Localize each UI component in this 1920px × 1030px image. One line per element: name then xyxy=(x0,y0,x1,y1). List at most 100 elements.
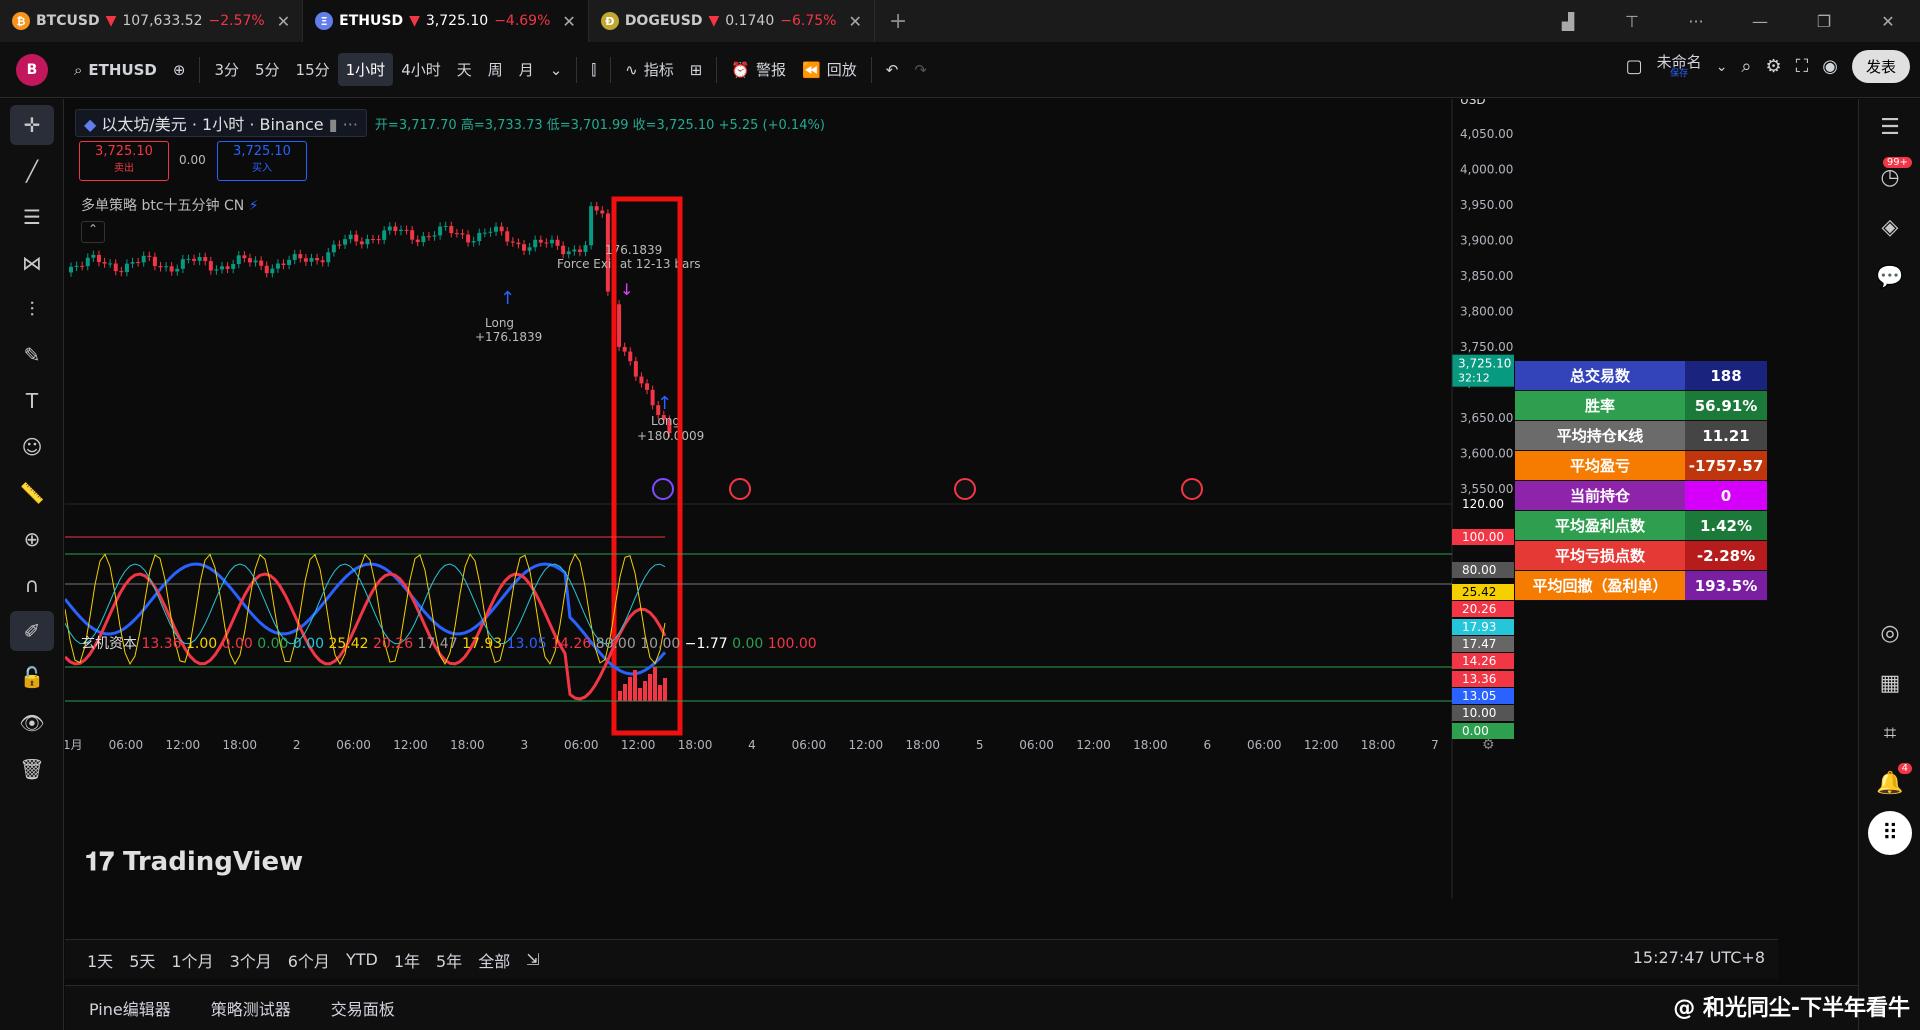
maximize-icon[interactable]: ❐ xyxy=(1792,12,1856,31)
price-tick: 3,900.00 xyxy=(1460,234,1513,248)
interval-4h[interactable]: 4小时 xyxy=(393,53,449,86)
chart-stats-icon[interactable]: ▟ xyxy=(1536,12,1600,31)
buy-button[interactable]: 3,725.10 买入 xyxy=(217,141,307,181)
redo-button[interactable]: ↷ xyxy=(906,55,935,85)
brush-icon[interactable]: ✎ xyxy=(10,335,54,375)
watchlist-icon[interactable]: ☰ xyxy=(1868,105,1912,149)
indicators-button[interactable]: ∿ 指标 xyxy=(617,53,682,86)
compare-button[interactable]: ⊕ xyxy=(165,55,194,85)
tab-dogeusd[interactable]: Ð DOGEUSD ▼ 0.1740 −6.75% ✕ xyxy=(589,0,875,42)
publish-button[interactable]: 发表 xyxy=(1851,50,1910,83)
range-5[interactable]: YTD xyxy=(346,950,378,969)
interval-month[interactable]: 月 xyxy=(511,53,542,86)
tab-symbol: DOGEUSD xyxy=(624,13,703,29)
magnet-icon[interactable]: ∩ xyxy=(10,565,54,605)
fullscreen-icon[interactable]: ⛶ xyxy=(1796,56,1809,77)
tab-pine-editor[interactable]: Pine编辑器 xyxy=(89,996,171,1020)
bell-icon[interactable]: 🔔 4 xyxy=(1868,761,1912,805)
apps-icon[interactable]: ⠿ xyxy=(1868,811,1912,855)
sell-button[interactable]: 3,725.10 卖出 xyxy=(79,141,169,181)
web-icon[interactable]: ⌗ xyxy=(1868,711,1912,755)
osc-axis-label: 0.00 xyxy=(1462,724,1489,738)
stats-row: 平均持仓K线 11.21 xyxy=(1515,421,1767,451)
lock-icon[interactable]: 🔓 xyxy=(10,657,54,697)
zoom-icon[interactable]: ⊕ xyxy=(10,519,54,559)
collapse-legend-button[interactable]: ⌃ xyxy=(81,221,105,243)
range-4[interactable]: 6个月 xyxy=(288,948,330,972)
range-7[interactable]: 5年 xyxy=(436,948,462,972)
price-tick: 4,050.00 xyxy=(1460,127,1513,141)
minimize-icon[interactable]: — xyxy=(1728,12,1792,31)
tab-trading-panel[interactable]: 交易面板 xyxy=(331,996,395,1020)
strategy-legend[interactable]: 多单策略 btc十五分钟 CN ⚡ xyxy=(81,195,259,215)
pattern-icon[interactable]: ⋈ xyxy=(10,243,54,283)
oscillator-name[interactable]: 玄机资本 xyxy=(81,636,141,652)
range-3[interactable]: 3个月 xyxy=(230,948,272,972)
goto-date-icon[interactable]: ⇲ xyxy=(526,950,539,969)
osc-axis-label: 17.93 xyxy=(1462,620,1496,634)
layout-icon[interactable]: ⊤ xyxy=(1600,12,1664,31)
interval-week[interactable]: 周 xyxy=(480,53,511,86)
close-icon[interactable]: ✕ xyxy=(277,12,290,31)
quick-search-icon[interactable]: ⌕ xyxy=(1741,56,1751,77)
undo-button[interactable]: ↶ xyxy=(878,55,907,85)
candle-body xyxy=(186,258,191,260)
tab-btcusd[interactable]: ₿ BTCUSD ▼ 107,633.52 −2.57% ✕ xyxy=(0,0,304,42)
forecast-icon[interactable]: ⫶ xyxy=(10,289,54,329)
clock[interactable]: 15:27:47 UTC+8 xyxy=(1633,948,1765,967)
interval-3m[interactable]: 3分 xyxy=(206,53,247,86)
candle-body xyxy=(315,258,320,261)
templates-button[interactable]: ⊞ xyxy=(682,55,711,85)
new-tab-button[interactable]: + xyxy=(889,9,907,34)
candle-body xyxy=(220,266,224,270)
interval-5m[interactable]: 5分 xyxy=(247,53,288,86)
crosshair-icon[interactable]: ✛ xyxy=(10,105,54,145)
emoji-icon[interactable]: ☺ xyxy=(10,427,54,467)
replay-button[interactable]: ⏪ 回放 xyxy=(794,53,865,86)
chevron-down-icon[interactable]: ⌄ xyxy=(1716,59,1728,75)
oscillator-value: 17.93 xyxy=(462,636,507,652)
calendar-icon[interactable]: ▦ xyxy=(1868,661,1912,705)
ruler-icon[interactable]: 📏 xyxy=(10,473,54,513)
chat-icon[interactable]: 💬 xyxy=(1868,255,1912,299)
target-icon[interactable]: ◎ xyxy=(1868,611,1912,655)
more-icon[interactable]: ··· xyxy=(1664,12,1728,31)
chart-area[interactable]: 4,050.00 4,000.00 3,950.00 3,900.00 3,850.00… xyxy=(65,99,1778,939)
eye-icon[interactable]: 👁 xyxy=(10,703,54,743)
candle-body xyxy=(410,230,415,240)
tab-ethusd[interactable]: Ξ ETHUSD ▼ 3,725.10 −4.69% ✕ xyxy=(303,0,589,42)
trendline-icon[interactable]: ╱ xyxy=(10,151,54,191)
range-0[interactable]: 1天 xyxy=(87,948,113,972)
interval-day[interactable]: 天 xyxy=(449,53,480,86)
interval-dropdown[interactable]: ⌄ xyxy=(542,55,571,85)
redo-icon: ↷ xyxy=(914,60,927,79)
close-icon[interactable]: ✕ xyxy=(562,12,575,31)
layers-icon[interactable]: ◈ xyxy=(1868,205,1912,249)
trash-icon[interactable]: 🗑 xyxy=(10,749,54,789)
interval-15m[interactable]: 15分 xyxy=(288,53,338,86)
range-6[interactable]: 1年 xyxy=(394,948,420,972)
close-icon[interactable]: ✕ xyxy=(848,12,861,31)
text-icon[interactable]: T xyxy=(10,381,54,421)
alerts-button[interactable]: ⏰ 警报 xyxy=(723,53,794,86)
symbol-search[interactable]: ⌕ ETHUSD xyxy=(66,55,165,85)
tab-strategy-tester[interactable]: 策略测试器 xyxy=(211,996,291,1020)
chart-legend: ◆ 以太坊/美元 · 1小时 · Binance ▮ ··· 开=3,717.7… xyxy=(75,109,825,137)
lock-drawing-icon[interactable]: ✐ xyxy=(10,611,54,651)
trade-label: Long xyxy=(485,316,514,330)
alerts-clock-icon[interactable]: ◷ 99+ xyxy=(1868,155,1912,199)
window-close-icon[interactable]: ✕ xyxy=(1856,12,1920,31)
range-8[interactable]: 全部 xyxy=(478,948,510,972)
settings-gear-icon[interactable]: ⚙ xyxy=(1766,56,1782,77)
range-2[interactable]: 1个月 xyxy=(171,948,213,972)
range-1[interactable]: 5天 xyxy=(129,948,155,972)
chart-type-button[interactable]: ⫿ xyxy=(583,55,604,85)
symbol-title[interactable]: ◆ 以太坊/美元 · 1小时 · Binance ▮ ··· xyxy=(75,109,367,137)
interval-1h[interactable]: 1小时 xyxy=(337,53,394,86)
more-icon[interactable]: ··· xyxy=(343,115,358,134)
avatar[interactable]: B xyxy=(16,53,48,86)
camera-icon[interactable]: ◉ xyxy=(1822,56,1838,77)
layout-name-button[interactable]: 未命名 保存 xyxy=(1657,54,1702,79)
fullscreen-square-icon[interactable]: ▢ xyxy=(1626,56,1643,77)
fib-lines-icon[interactable]: ☰ xyxy=(10,197,54,237)
